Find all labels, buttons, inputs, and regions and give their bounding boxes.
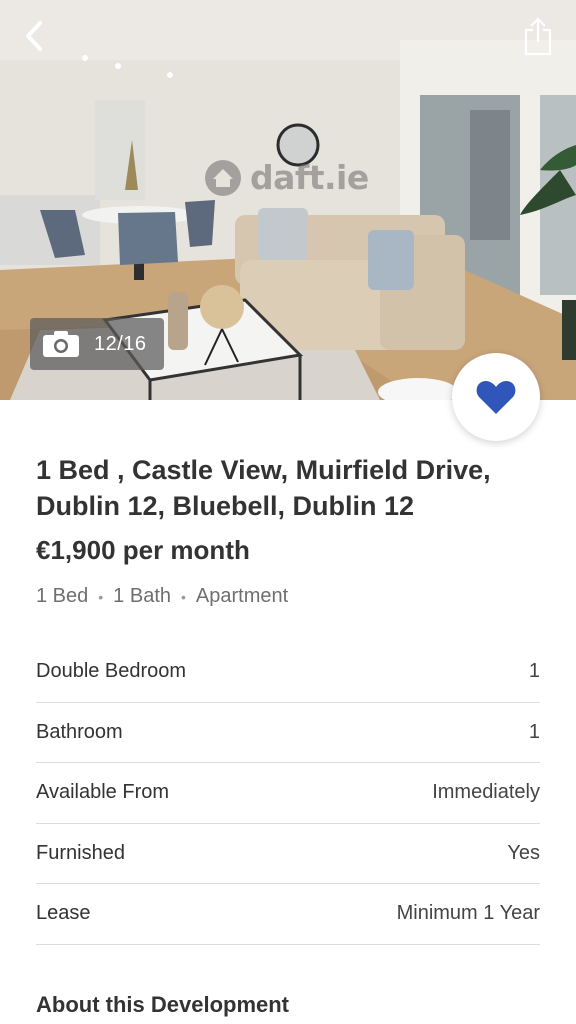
- spec-type: Apartment: [195, 585, 289, 607]
- facts-table: Double Bedroom 1 Bathroom 1 Available Fr…: [36, 642, 540, 945]
- fact-value: 1: [528, 720, 540, 743]
- separator-dot: •: [181, 588, 186, 605]
- fact-row-available-from: Available From Immediately: [36, 763, 540, 824]
- spec-beds: 1 Bed: [36, 585, 89, 607]
- section-heading-about-development: About this Development: [36, 992, 290, 1017]
- fact-value: 1: [528, 660, 540, 683]
- fact-label: Double Bedroom: [36, 660, 187, 683]
- fact-value: Minimum 1 Year: [396, 902, 540, 925]
- heart-icon: [476, 381, 516, 414]
- fact-row-double-bedroom: Double Bedroom 1: [36, 642, 540, 703]
- hero-photo[interactable]: daft.ie 12/16: [0, 0, 576, 400]
- listing-title: 1 Bed , Castle View, Muirfield Drive, Du…: [36, 455, 491, 521]
- separator-dot: •: [98, 588, 104, 605]
- spec-baths: 1 Bath: [113, 585, 171, 607]
- favorite-button[interactable]: [452, 353, 540, 441]
- listing-price: €1,900 per month: [36, 535, 250, 565]
- share-icon: [524, 17, 552, 56]
- photo-count-text: 12/16: [94, 332, 147, 355]
- fact-value: Yes: [507, 841, 540, 864]
- daft-logo-icon: [205, 159, 241, 196]
- daft-watermark-logo: daft.ie: [204, 158, 369, 197]
- fact-row-bathroom: Bathroom 1: [36, 703, 540, 763]
- watermark-text: daft.ie: [250, 158, 369, 197]
- back-button[interactable]: [14, 16, 54, 56]
- fact-row-furnished: Furnished Yes: [36, 824, 540, 884]
- share-button[interactable]: [518, 14, 558, 58]
- fact-label: Furnished: [36, 841, 125, 864]
- listing-specs: 1 Bed • 1 Bath • Apartment: [36, 585, 288, 608]
- fact-row-lease: Lease Minimum 1 Year: [36, 884, 540, 945]
- photo-counter[interactable]: 12/16: [30, 318, 164, 370]
- fact-label: Lease: [36, 902, 91, 925]
- chevron-left-icon: [26, 21, 42, 51]
- fact-label: Available From: [36, 781, 170, 804]
- camera-icon: [43, 331, 79, 357]
- fact-value: Immediately: [432, 781, 540, 804]
- fact-label: Bathroom: [36, 720, 123, 743]
